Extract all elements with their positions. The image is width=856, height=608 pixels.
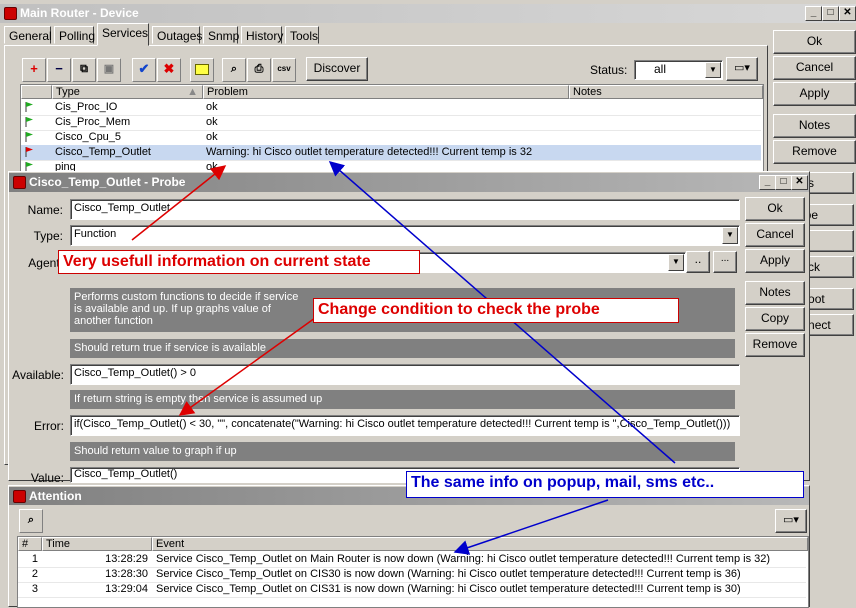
tab-services[interactable]: Services [97,23,149,46]
annotation-same-info: The same info on popup, mail, sms etc.. [406,471,804,498]
annotation-change-condition: Change condition to check the probe [313,298,679,323]
arrow-change-condition [178,317,316,416]
arrow-same-info-down [453,499,609,555]
arrow-current-state [131,165,227,241]
annotation-current-state: Very usefull information on current stat… [58,250,420,274]
